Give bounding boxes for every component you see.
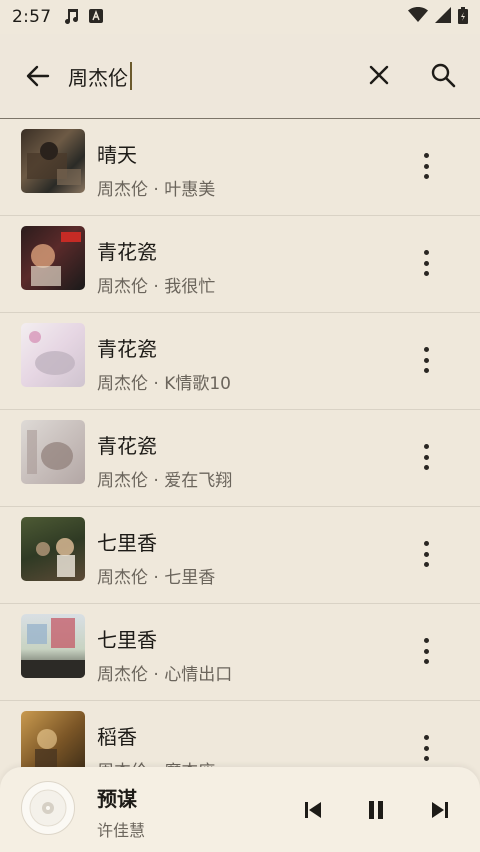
pause-icon	[369, 801, 383, 819]
more-vert-icon	[423, 347, 429, 352]
previous-button[interactable]	[300, 797, 326, 823]
now-playing-artist: 许佳慧	[97, 821, 146, 840]
list-item[interactable]: 七里香 周杰伦 · 七里香	[0, 507, 480, 604]
wifi-icon	[408, 7, 428, 27]
skip-next-icon	[432, 802, 448, 818]
album-cover	[21, 711, 85, 775]
more-vert-icon	[423, 153, 429, 158]
more-options-button[interactable]	[414, 541, 438, 567]
song-title: 青花瓷	[97, 434, 157, 458]
status-notification-icons	[63, 6, 104, 28]
list-item[interactable]: 晴天 周杰伦 · 叶惠美	[0, 119, 480, 216]
list-item[interactable]: 青花瓷 周杰伦 · K情歌10	[0, 313, 480, 410]
mini-player[interactable]: 预谋 许佳慧	[0, 767, 480, 852]
more-vert-icon	[423, 638, 429, 643]
music-note-icon	[63, 6, 81, 28]
more-options-button[interactable]	[414, 153, 438, 179]
song-title: 稻香	[97, 725, 137, 749]
pause-button[interactable]	[363, 797, 389, 823]
album-cover	[21, 614, 85, 678]
search-button[interactable]	[428, 60, 458, 90]
search-input[interactable]: 周杰伦	[68, 56, 132, 96]
album-cover	[21, 420, 85, 484]
album-cover	[21, 226, 85, 290]
app-a-icon	[89, 8, 104, 27]
song-title: 青花瓷	[97, 337, 157, 361]
status-bar: 2:57	[0, 0, 480, 34]
song-list: 晴天 周杰伦 · 叶惠美 青花瓷 周杰伦 · 我很忙 青花瓷 周杰伦 · K情歌…	[0, 119, 480, 798]
status-system-icons	[408, 6, 468, 28]
signal-icon	[435, 7, 451, 27]
skip-previous-icon	[305, 802, 321, 818]
list-item[interactable]: 青花瓷 周杰伦 · 我很忙	[0, 216, 480, 313]
more-options-button[interactable]	[414, 444, 438, 470]
song-subtitle: 周杰伦 · 我很忙	[97, 277, 216, 297]
more-options-button[interactable]	[414, 347, 438, 373]
song-subtitle: 周杰伦 · K情歌10	[97, 374, 231, 394]
more-options-button[interactable]	[414, 735, 438, 761]
album-cover	[21, 323, 85, 387]
more-vert-icon	[423, 541, 429, 546]
song-subtitle: 周杰伦 · 爱在飞翔	[97, 471, 233, 491]
clear-button[interactable]	[364, 60, 394, 90]
text-caret	[130, 62, 132, 90]
search-icon	[431, 63, 456, 88]
search-query-text[interactable]: 周杰伦	[68, 62, 128, 91]
more-vert-icon	[423, 444, 429, 449]
more-vert-icon	[423, 250, 429, 255]
album-cover	[21, 517, 85, 581]
next-button[interactable]	[427, 797, 453, 823]
battery-icon	[458, 6, 468, 28]
disc-icon	[21, 781, 75, 835]
song-title: 青花瓷	[97, 240, 157, 264]
more-options-button[interactable]	[414, 250, 438, 276]
arrow-left-icon	[26, 65, 50, 87]
status-time: 2:57	[12, 7, 52, 27]
list-item[interactable]: 七里香 周杰伦 · 心情出口	[0, 604, 480, 701]
song-title: 七里香	[97, 531, 157, 555]
song-title: 晴天	[97, 143, 137, 167]
now-playing-title: 预谋	[97, 787, 137, 811]
song-subtitle: 周杰伦 · 叶惠美	[97, 180, 216, 200]
list-item[interactable]: 青花瓷 周杰伦 · 爱在飞翔	[0, 410, 480, 507]
song-title: 七里香	[97, 628, 157, 652]
album-cover	[21, 129, 85, 193]
close-icon	[369, 65, 389, 85]
more-vert-icon	[423, 735, 429, 740]
song-subtitle: 周杰伦 · 心情出口	[97, 665, 233, 685]
more-options-button[interactable]	[414, 638, 438, 664]
song-subtitle: 周杰伦 · 七里香	[97, 568, 216, 588]
search-bar: 周杰伦	[0, 34, 480, 119]
back-button[interactable]	[22, 60, 54, 92]
